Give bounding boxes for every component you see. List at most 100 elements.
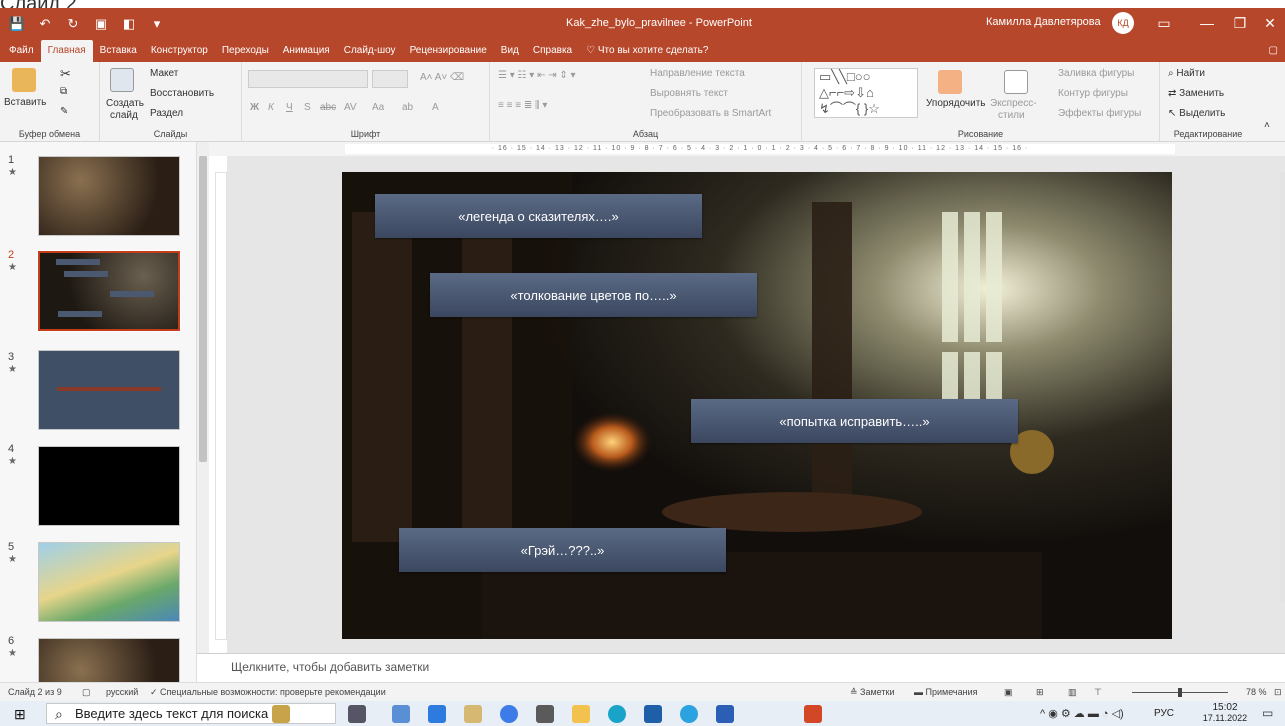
app-icon[interactable] [464,705,482,723]
taskbar-search-input[interactable]: ⌕ Введите здесь текст для поиска [46,703,336,724]
layout-icon[interactable]: ◧ [118,13,140,35]
new-slide-icon[interactable] [110,68,134,92]
bold-button[interactable]: Ж [250,102,259,113]
cut-icon[interactable]: ✂ [60,66,71,82]
tab-transitions[interactable]: Переходы [215,40,276,62]
notes-pane[interactable]: Щелкните, чтобы добавить заметки [197,653,1285,682]
present-icon[interactable]: ▣ [90,13,112,35]
shadow-button[interactable]: S [304,102,311,113]
align-text-button[interactable]: Выровнять текст [650,88,728,99]
text-direction-button[interactable]: Направление текста [650,68,745,79]
slide-thumbnail-6[interactable] [38,638,180,682]
collapse-ribbon-icon[interactable]: ˄ [1264,120,1270,131]
font-size-field[interactable] [372,70,408,88]
section-button[interactable]: Раздел [150,108,183,119]
shapes-gallery[interactable]: ▭╲╲□○○ △⌐⌐⇨⇩⌂ ↯⌒⌒{ }☆ [814,68,918,118]
widget-icon[interactable] [272,705,290,723]
zoom-thumb[interactable] [1178,688,1182,697]
notifications-icon[interactable]: ▭ [1262,706,1273,720]
tell-me-search[interactable]: ♡ Что вы хотите сделать? [579,40,715,62]
accessibility-status[interactable]: ✓ Специальные возможности: проверьте рек… [150,687,386,698]
strikethrough-button[interactable]: abc [320,102,336,113]
tab-home[interactable]: Главная [40,40,93,62]
text-box-2[interactable]: «толкование цветов по…..» [430,273,757,317]
tab-file[interactable]: Файл [2,40,41,62]
slide-thumbnail-2[interactable] [37,250,181,332]
normal-view-icon[interactable]: ▣ [1004,687,1013,698]
notes-placeholder[interactable]: Щелкните, чтобы добавить заметки [231,660,429,674]
align-icon[interactable]: ≡ ≡ ≡ ≣ ⫼ ▾ [498,100,547,111]
customize-qat-icon[interactable]: ▾ [146,13,168,35]
app-icon-2[interactable] [536,705,554,723]
change-case-button[interactable]: Aa [372,102,384,113]
slideshow-view-icon[interactable]: ⊤ [1094,687,1102,698]
avatar[interactable]: КД [1112,12,1134,34]
font-color-button[interactable]: A [432,102,439,113]
paste-button[interactable]: Вставить [4,97,46,108]
canvas-scrollbar[interactable] [1280,172,1285,602]
restore-icon[interactable]: ❐ [1226,12,1254,34]
paste-icon[interactable] [12,68,36,92]
powerpoint-icon[interactable] [804,705,822,723]
tab-slideshow[interactable]: Слайд-шоу [337,40,403,62]
tab-design[interactable]: Конструктор [144,40,215,62]
slide-thumbnail-4[interactable] [38,446,180,526]
ribbon-display-icon[interactable]: ▭ [1150,12,1178,34]
edge-icon[interactable] [608,705,626,723]
highlight-icon[interactable]: ab [402,102,413,113]
shape-outline-button[interactable]: Контур фигуры [1058,88,1128,99]
new-slide-button-2[interactable]: слайд [110,110,138,121]
find-button[interactable]: ⌕ Найти [1168,68,1205,79]
tab-review[interactable]: Рецензирование [403,40,494,62]
layout-button[interactable]: Макет [150,68,178,79]
grow-font-icon[interactable]: A˄ A˅ ⌫ [420,72,464,83]
text-box-3[interactable]: «попытка исправить…..» [691,399,1018,443]
text-box-4[interactable]: «Грэй…???..» [399,528,726,572]
copy-icon[interactable]: ⧉ [60,86,67,97]
slide-thumbnail-3[interactable] [38,350,180,430]
slide-thumbnail-5[interactable] [38,542,180,622]
quick-styles-icon[interactable] [1004,70,1028,94]
task-view-icon[interactable] [348,705,366,723]
comments-icon[interactable]: ▢ [1262,40,1285,62]
tab-view[interactable]: Вид [494,40,526,62]
slide[interactable]: «легенда о сказителях….» «толкование цве… [342,172,1172,639]
quick-styles-button-2[interactable]: стили [998,110,1025,121]
minimize-icon[interactable]: — [1193,12,1221,34]
vpn-icon[interactable] [644,705,662,723]
keyboard-language[interactable]: РУС [1154,708,1174,719]
smartart-button[interactable]: Преобразовать в SmartArt [650,108,771,119]
zoom-app-icon[interactable] [428,705,446,723]
calculator-icon[interactable] [392,705,410,723]
close-icon[interactable]: ✕ [1256,12,1284,34]
arrange-button[interactable]: Упорядочить [926,98,986,109]
shape-fill-button[interactable]: Заливка фигуры [1058,68,1134,79]
format-painter-icon[interactable]: ✎ [60,106,68,117]
windows-start-icon[interactable]: ⊞ [14,706,26,723]
comments-toggle[interactable]: ▬ Примечания [914,687,977,697]
language-indicator[interactable]: русский [106,687,138,697]
reset-button[interactable]: Восстановить [150,88,214,99]
arrange-icon[interactable] [938,70,962,94]
zoom-slider[interactable] [1120,687,1238,697]
save-icon[interactable]: 💾 [6,13,28,35]
tab-animations[interactable]: Анимация [276,40,337,62]
messenger-icon[interactable] [500,705,518,723]
slide-thumbnail-1[interactable] [38,156,180,236]
fit-slide-icon[interactable]: ⊡ [1274,687,1282,698]
file-explorer-icon[interactable] [572,705,590,723]
tray-icons[interactable]: ^ ◉ ⚙ ☁ ▬ ◔ ◁) [1040,707,1124,720]
reading-view-icon[interactable]: ▥ [1068,687,1077,698]
zoom-level[interactable]: 78 % [1246,687,1267,697]
text-box-1[interactable]: «легенда о сказителях….» [375,194,702,238]
word-icon[interactable] [716,705,734,723]
undo-icon[interactable]: ↶ [34,13,56,35]
underline-button[interactable]: Ч [286,102,293,113]
quick-styles-button[interactable]: Экспресс- [990,98,1037,109]
clock[interactable]: 15:02 17.11.2022 [1200,702,1250,723]
tab-insert[interactable]: Вставка [93,40,144,62]
scrollbar-thumb[interactable] [199,156,207,462]
notes-toggle[interactable]: ≙ Заметки [850,687,894,698]
replace-button[interactable]: ⇄ Заменить [1168,88,1224,99]
select-button[interactable]: ↖ Выделить [1168,108,1225,119]
